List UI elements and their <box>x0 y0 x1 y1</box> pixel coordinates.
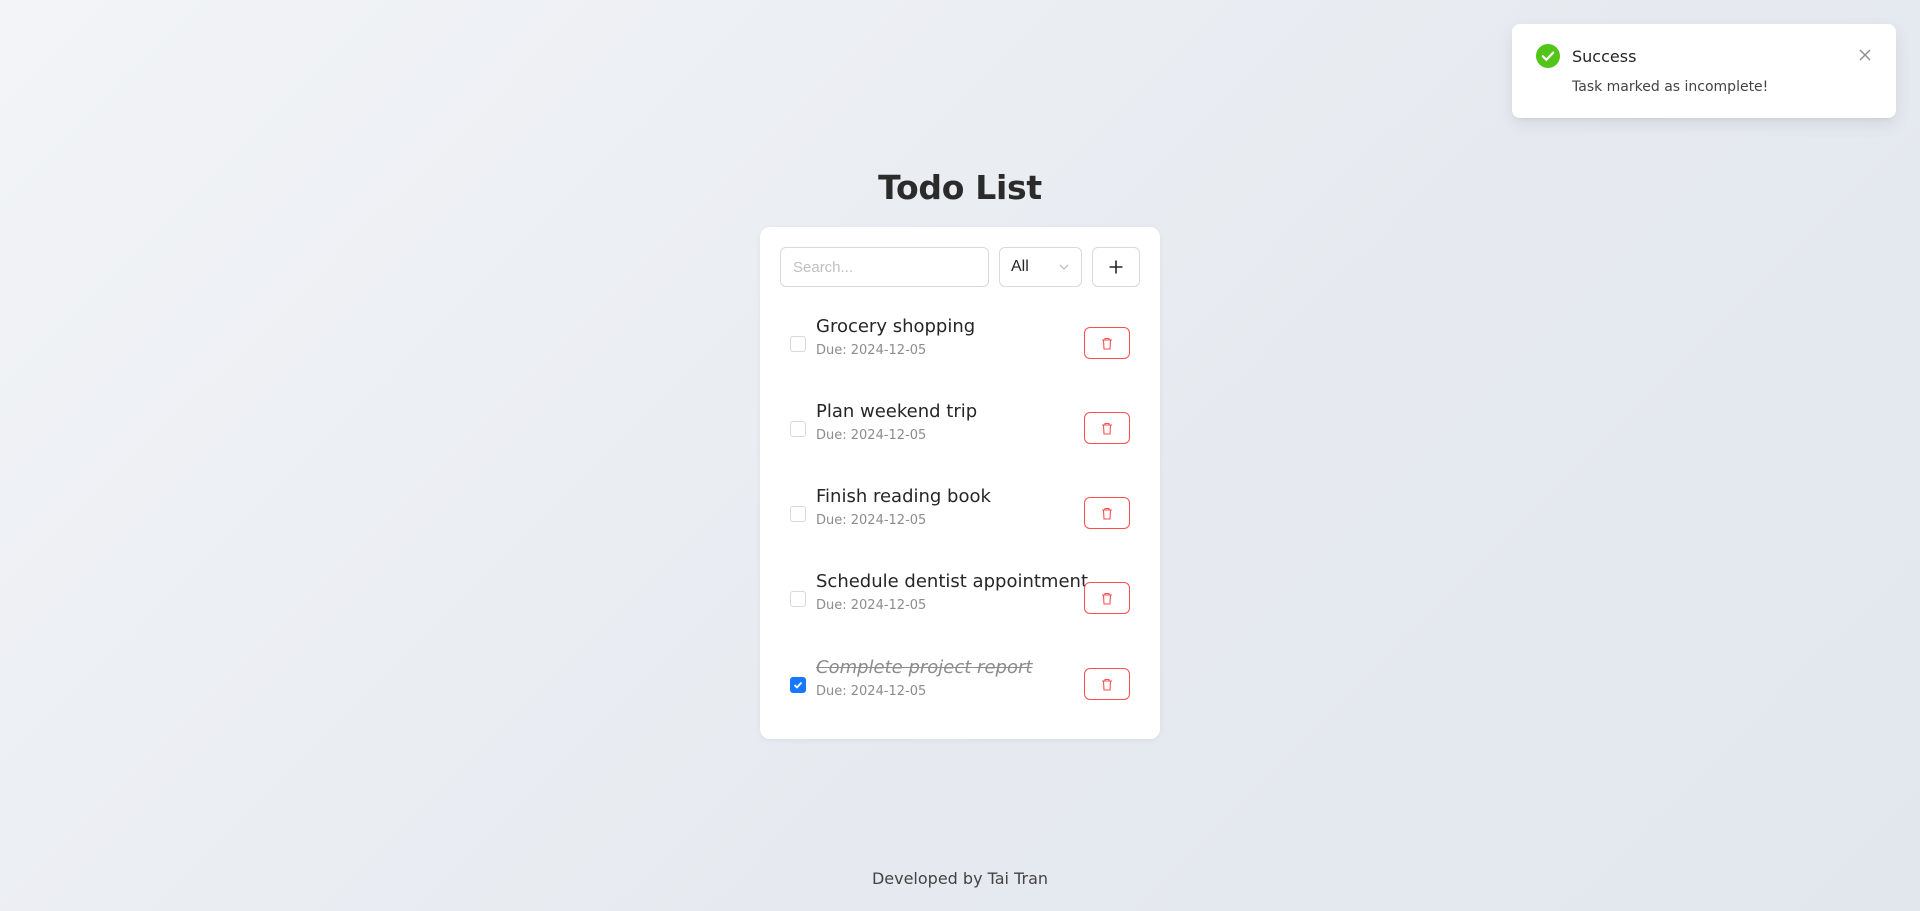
filter-select-value: All <box>1011 258 1029 275</box>
todo-checkbox[interactable] <box>790 336 806 352</box>
search-input[interactable] <box>780 247 989 287</box>
todo-checkbox[interactable] <box>790 506 806 522</box>
todo-checkbox[interactable] <box>790 591 806 607</box>
todo-due-date: Due: 2024-12-05 <box>816 343 927 358</box>
notification-message: Task marked as incomplete! <box>1572 79 1769 95</box>
todo-due-date: Due: 2024-12-05 <box>816 428 927 443</box>
trash-icon <box>1102 337 1112 350</box>
close-icon[interactable] <box>1858 48 1872 62</box>
toolbar: All <box>780 247 1140 287</box>
trash-icon <box>1102 422 1112 435</box>
todo-title: Plan weekend trip <box>816 401 978 422</box>
trash-icon <box>1102 678 1112 691</box>
delete-todo-button[interactable] <box>1084 497 1130 529</box>
todo-item: Complete project report Due: 2024-12-05 <box>780 654 1140 714</box>
delete-todo-button[interactable] <box>1084 412 1130 444</box>
trash-icon <box>1102 592 1112 605</box>
delete-todo-button[interactable] <box>1084 582 1130 614</box>
todo-card: All Grocery shopping Due: 2024-12-05 Pla… <box>760 227 1160 739</box>
todo-title: Grocery shopping <box>816 316 976 337</box>
chevron-down-icon <box>1059 264 1069 270</box>
delete-todo-button[interactable] <box>1084 668 1130 700</box>
todo-checkbox[interactable] <box>790 677 806 693</box>
plus-icon <box>1109 260 1123 274</box>
filter-select[interactable]: All <box>999 247 1082 287</box>
todo-item: Grocery shopping Due: 2024-12-05 <box>780 313 1140 373</box>
check-icon <box>793 681 803 689</box>
todo-due-date: Due: 2024-12-05 <box>816 684 927 699</box>
todo-item: Schedule dentist appointment Due: 2024-1… <box>780 568 1140 628</box>
success-notification: Success Task marked as incomplete! <box>1512 24 1896 118</box>
delete-todo-button[interactable] <box>1084 327 1130 359</box>
todo-title: Finish reading book <box>816 486 991 507</box>
todo-title: Complete project report <box>816 657 1033 678</box>
trash-icon <box>1102 507 1112 520</box>
footer-credit: Developed by Tai Tran <box>871 869 1049 888</box>
check-circle-icon <box>1536 44 1560 68</box>
notification-title: Success <box>1572 47 1637 66</box>
todo-title: Schedule dentist appointment <box>816 571 1088 592</box>
todo-checkbox[interactable] <box>790 421 806 437</box>
todo-item: Plan weekend trip Due: 2024-12-05 <box>780 398 1140 458</box>
add-todo-button[interactable] <box>1092 247 1140 287</box>
page-title: Todo List <box>878 168 1042 207</box>
todo-due-date: Due: 2024-12-05 <box>816 513 927 528</box>
todo-due-date: Due: 2024-12-05 <box>816 598 927 613</box>
todo-item: Finish reading book Due: 2024-12-05 <box>780 483 1140 543</box>
